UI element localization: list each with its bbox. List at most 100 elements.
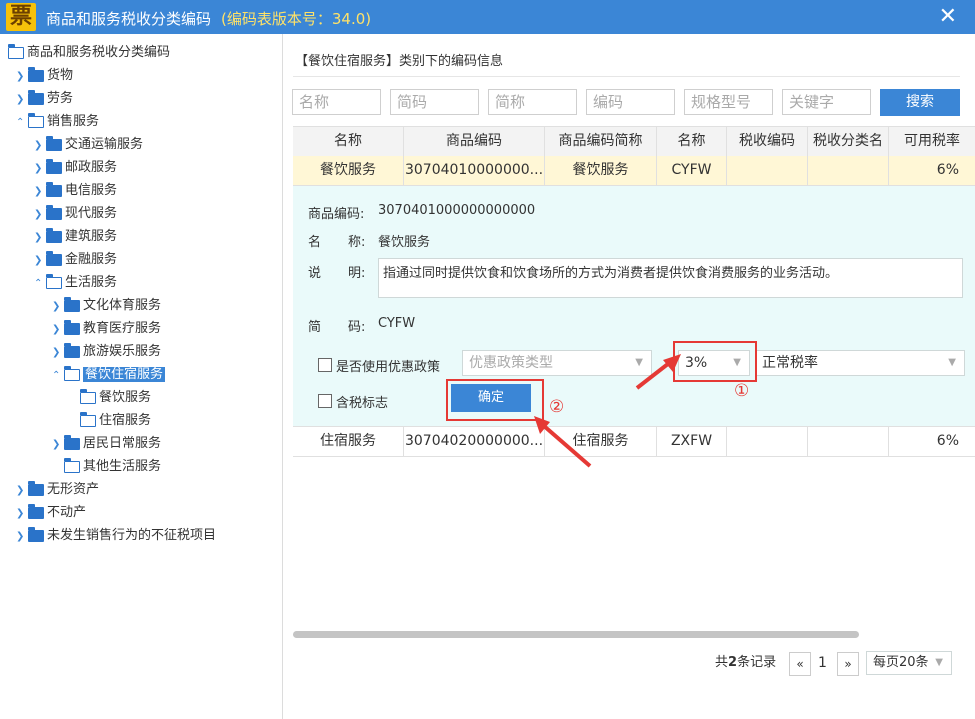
tree-item-intangible[interactable]: ❯ 无形资产 xyxy=(16,479,99,501)
tree-item-real-estate[interactable]: ❯ 不动产 xyxy=(16,502,86,524)
tree-item-sales-services[interactable]: ⌃ 销售服务 xyxy=(16,111,99,133)
tree-label: 电信服务 xyxy=(65,183,118,198)
header-cell: 税收编码 xyxy=(727,127,808,156)
tree-label: 建筑服务 xyxy=(65,229,118,244)
window-title-text: 商品和服务税收分类编码 xyxy=(46,10,212,28)
folder-icon xyxy=(64,296,80,312)
folder-icon xyxy=(64,342,80,358)
expand-icon[interactable]: ❯ xyxy=(52,319,64,341)
abbr-code-search-input[interactable]: 简码 xyxy=(390,89,479,115)
tax-rate-type-value: 正常税率 xyxy=(762,355,818,371)
expand-icon[interactable]: ❯ xyxy=(34,158,46,180)
keyword-search-input[interactable]: 关键字 xyxy=(782,89,871,115)
expand-icon[interactable]: ❯ xyxy=(16,503,28,525)
expand-icon[interactable]: ❯ xyxy=(34,250,46,272)
horizontal-scrollbar[interactable] xyxy=(293,631,859,638)
tree-item-modern[interactable]: ❯ 现代服务 xyxy=(34,203,117,225)
close-icon[interactable]: ✕ xyxy=(939,4,957,29)
collapse-icon[interactable]: ⌃ xyxy=(52,365,64,387)
tree-label: 餐饮服务 xyxy=(99,390,152,405)
tree-root[interactable]: 商品和服务税收分类编码 xyxy=(8,42,170,64)
tax-included-checkbox[interactable] xyxy=(318,394,332,408)
record-count: 共2条记录 xyxy=(715,651,776,675)
search-button[interactable]: 搜索 xyxy=(880,89,960,116)
tree-item-education-medical[interactable]: ❯ 教育医疗服务 xyxy=(52,318,161,340)
tree-label: 居民日常服务 xyxy=(83,436,162,451)
next-page-button[interactable]: » xyxy=(837,652,859,676)
record-count-prefix: 共 xyxy=(715,655,729,670)
expand-icon[interactable]: ❯ xyxy=(52,434,64,456)
tree-item-tourism[interactable]: ❯ 旅游娱乐服务 xyxy=(52,341,161,363)
tree-item-life[interactable]: ⌃ 生活服务 xyxy=(34,272,117,294)
tree-item-labor[interactable]: ❯ 劳务 xyxy=(16,88,73,110)
tree-item-non-taxable[interactable]: ❯ 未发生销售行为的不征税项目 xyxy=(16,525,216,547)
current-page[interactable]: 1 xyxy=(818,651,827,675)
prev-page-button[interactable]: « xyxy=(789,652,811,676)
folder-icon xyxy=(46,158,62,174)
header-cell: 税收分类名 xyxy=(808,127,889,156)
table-row[interactable]: 住宿服务 30704020000000... 住宿服务 ZXFW 6% xyxy=(293,426,975,457)
tree-item-finance[interactable]: ❯ 金融服务 xyxy=(34,249,117,271)
tree-item-lodging[interactable]: 住宿服务 xyxy=(80,410,151,432)
spec-search-input[interactable]: 规格型号 xyxy=(684,89,773,115)
tree-label: 劳务 xyxy=(47,91,74,106)
tree-label: 生活服务 xyxy=(65,275,118,290)
tree-item-goods[interactable]: ❯ 货物 xyxy=(16,65,73,87)
expand-icon[interactable]: ❯ xyxy=(34,181,46,203)
tree-item-resident-daily[interactable]: ❯ 居民日常服务 xyxy=(52,433,161,455)
expand-icon[interactable]: ❯ xyxy=(16,526,28,548)
tree-item-telecom[interactable]: ❯ 电信服务 xyxy=(34,180,117,202)
expand-icon[interactable]: ❯ xyxy=(16,66,28,88)
tree-item-other-life[interactable]: 其他生活服务 xyxy=(64,456,161,478)
arrow-annotation-1 xyxy=(635,354,681,390)
tree-item-catering-lodging[interactable]: ⌃ 餐饮住宿服务 xyxy=(52,364,166,387)
table-cell xyxy=(727,427,808,456)
abbr-value: CYFW xyxy=(378,316,416,331)
expand-icon[interactable]: ❯ xyxy=(34,227,46,249)
expand-icon[interactable]: ❯ xyxy=(16,480,28,502)
table-row[interactable]: 餐饮服务 30704010000000... 餐饮服务 CYFW 6% xyxy=(293,156,975,186)
table-cell: 餐饮服务 xyxy=(545,156,657,185)
section-title: 【餐饮住宿服务】类别下的编码信息 xyxy=(295,54,504,69)
expand-icon[interactable]: ❯ xyxy=(52,296,64,318)
tree-label: 旅游娱乐服务 xyxy=(83,344,162,359)
expand-icon[interactable]: ❯ xyxy=(16,89,28,111)
tree-label: 商品和服务税收分类编码 xyxy=(27,45,171,60)
preferential-label: 是否使用优惠政策 xyxy=(336,360,441,375)
tree-item-transport[interactable]: ❯ 交通运输服务 xyxy=(34,134,143,156)
code-label: 商品编码: xyxy=(308,207,365,222)
folder-icon xyxy=(64,434,80,450)
folder-open-icon xyxy=(64,457,80,473)
folder-open-icon xyxy=(46,273,62,289)
window-title: 商品和服务税收分类编码 (编码表版本号：34.0) xyxy=(46,8,371,29)
tree-label: 其他生活服务 xyxy=(83,459,162,474)
divider xyxy=(293,76,960,77)
folder-icon xyxy=(64,319,80,335)
collapse-icon[interactable]: ⌃ xyxy=(34,273,46,295)
tree-item-postal[interactable]: ❯ 邮政服务 xyxy=(34,157,117,179)
tree-label: 餐饮住宿服务 xyxy=(83,367,166,382)
collapse-icon[interactable]: ⌃ xyxy=(16,112,28,134)
name-search-input[interactable]: 名称 xyxy=(292,89,381,115)
folder-open-icon xyxy=(80,411,96,427)
expand-icon[interactable]: ❯ xyxy=(34,204,46,226)
tree-item-construction[interactable]: ❯ 建筑服务 xyxy=(34,226,117,248)
tax-rate-type-select[interactable]: 正常税率 ▼ xyxy=(755,350,965,376)
page-size-select[interactable]: 每页20条 ▼ xyxy=(866,651,952,675)
preferential-checkbox[interactable] xyxy=(318,358,332,372)
short-name-search-input[interactable]: 简称 xyxy=(488,89,577,115)
folder-icon xyxy=(46,204,62,220)
expand-icon[interactable]: ❯ xyxy=(34,135,46,157)
table-cell: 6% xyxy=(936,162,959,178)
confirm-button[interactable]: 确定 xyxy=(451,384,531,412)
tree-label: 教育医疗服务 xyxy=(83,321,162,336)
tree-label: 住宿服务 xyxy=(99,413,152,428)
expand-icon[interactable]: ❯ xyxy=(52,342,64,364)
tree-item-catering[interactable]: 餐饮服务 xyxy=(80,387,151,409)
tree-item-culture-sports[interactable]: ❯ 文化体育服务 xyxy=(52,295,161,317)
description-textarea[interactable]: 指通过同时提供饮食和饮食场所的方式为消费者提供饮食消费服务的业务活动。 xyxy=(378,258,963,298)
code-search-input[interactable]: 编码 xyxy=(586,89,675,115)
folder-icon xyxy=(46,250,62,266)
tax-included-label: 含税标志 xyxy=(336,396,389,411)
record-count-suffix: 条记录 xyxy=(737,655,777,670)
